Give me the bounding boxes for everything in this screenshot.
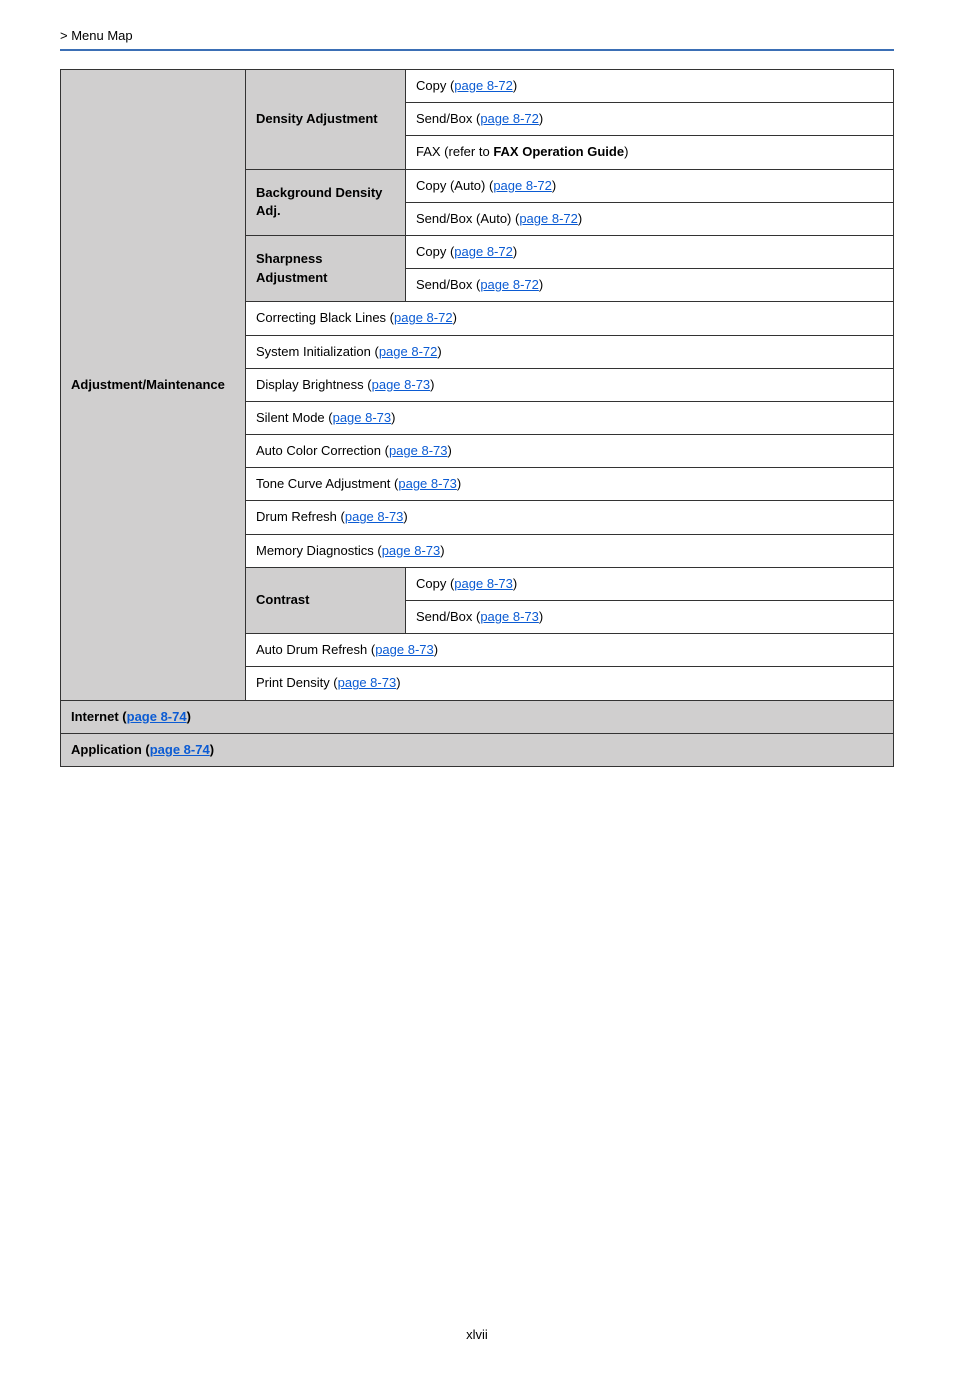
page-link[interactable]: page 8-73 xyxy=(375,642,434,657)
auto-drum-refresh: Auto Drum Refresh (page 8-73) xyxy=(246,634,894,667)
internet-row: Internet (page 8-74) xyxy=(61,700,894,733)
background-density-label: Background DensityAdj. xyxy=(246,169,406,235)
page-link[interactable]: page 8-72 xyxy=(454,78,513,93)
tone-curve-adjustment: Tone Curve Adjustment (page 8-73) xyxy=(246,468,894,501)
drum-refresh: Drum Refresh (page 8-73) xyxy=(246,501,894,534)
page-link[interactable]: page 8-72 xyxy=(493,178,552,193)
memory-diagnostics: Memory Diagnostics (page 8-73) xyxy=(246,534,894,567)
page-link[interactable]: page 8-73 xyxy=(389,443,448,458)
page-link[interactable]: page 8-72 xyxy=(480,277,539,292)
page-link[interactable]: page 8-73 xyxy=(345,509,404,524)
page-link[interactable]: page 8-72 xyxy=(379,344,438,359)
category-cell: Adjustment/Maintenance xyxy=(61,70,246,701)
density-fax: FAX (refer to FAX Operation Guide) xyxy=(406,136,894,169)
system-initialization: System Initialization (page 8-72) xyxy=(246,335,894,368)
silent-mode: Silent Mode (page 8-73) xyxy=(246,401,894,434)
page-link[interactable]: page 8-74 xyxy=(150,742,210,757)
page-link[interactable]: page 8-73 xyxy=(398,476,457,491)
header-rule xyxy=(60,49,894,51)
page-link[interactable]: page 8-72 xyxy=(519,211,578,226)
page-link[interactable]: page 8-73 xyxy=(372,377,431,392)
contrast-sendbox: Send/Box (page 8-73) xyxy=(406,601,894,634)
page-link[interactable]: page 8-72 xyxy=(480,111,539,126)
page-link[interactable]: page 8-73 xyxy=(333,410,392,425)
correcting-black-lines: Correcting Black Lines (page 8-72) xyxy=(246,302,894,335)
page-link[interactable]: page 8-74 xyxy=(127,709,187,724)
sharp-sendbox: Send/Box (page 8-72) xyxy=(406,269,894,302)
display-brightness: Display Brightness (page 8-73) xyxy=(246,368,894,401)
bg-sendbox-auto: Send/Box (Auto) (page 8-72) xyxy=(406,202,894,235)
sharpness-label: SharpnessAdjustment xyxy=(246,235,406,301)
density-sendbox: Send/Box (page 8-72) xyxy=(406,103,894,136)
page-link[interactable]: page 8-73 xyxy=(338,675,397,690)
page-link[interactable]: page 8-73 xyxy=(480,609,539,624)
density-adjustment-label: Density Adjustment xyxy=(246,70,406,170)
page-number: xlvii xyxy=(60,1327,894,1342)
page-link[interactable]: page 8-73 xyxy=(454,576,513,591)
bg-copy-auto: Copy (Auto) (page 8-72) xyxy=(406,169,894,202)
application-row: Application (page 8-74) xyxy=(61,733,894,766)
sharp-copy: Copy (page 8-72) xyxy=(406,235,894,268)
auto-color-correction: Auto Color Correction (page 8-73) xyxy=(246,435,894,468)
contrast-copy: Copy (page 8-73) xyxy=(406,567,894,600)
density-copy: Copy (page 8-72) xyxy=(406,70,894,103)
breadcrumb: > Menu Map xyxy=(60,28,894,43)
page-link[interactable]: page 8-72 xyxy=(394,310,453,325)
contrast-label: Contrast xyxy=(246,567,406,633)
menu-map-table: Adjustment/Maintenance Density Adjustmen… xyxy=(60,69,894,767)
page-link[interactable]: page 8-73 xyxy=(382,543,441,558)
print-density: Print Density (page 8-73) xyxy=(246,667,894,700)
page-link[interactable]: page 8-72 xyxy=(454,244,513,259)
